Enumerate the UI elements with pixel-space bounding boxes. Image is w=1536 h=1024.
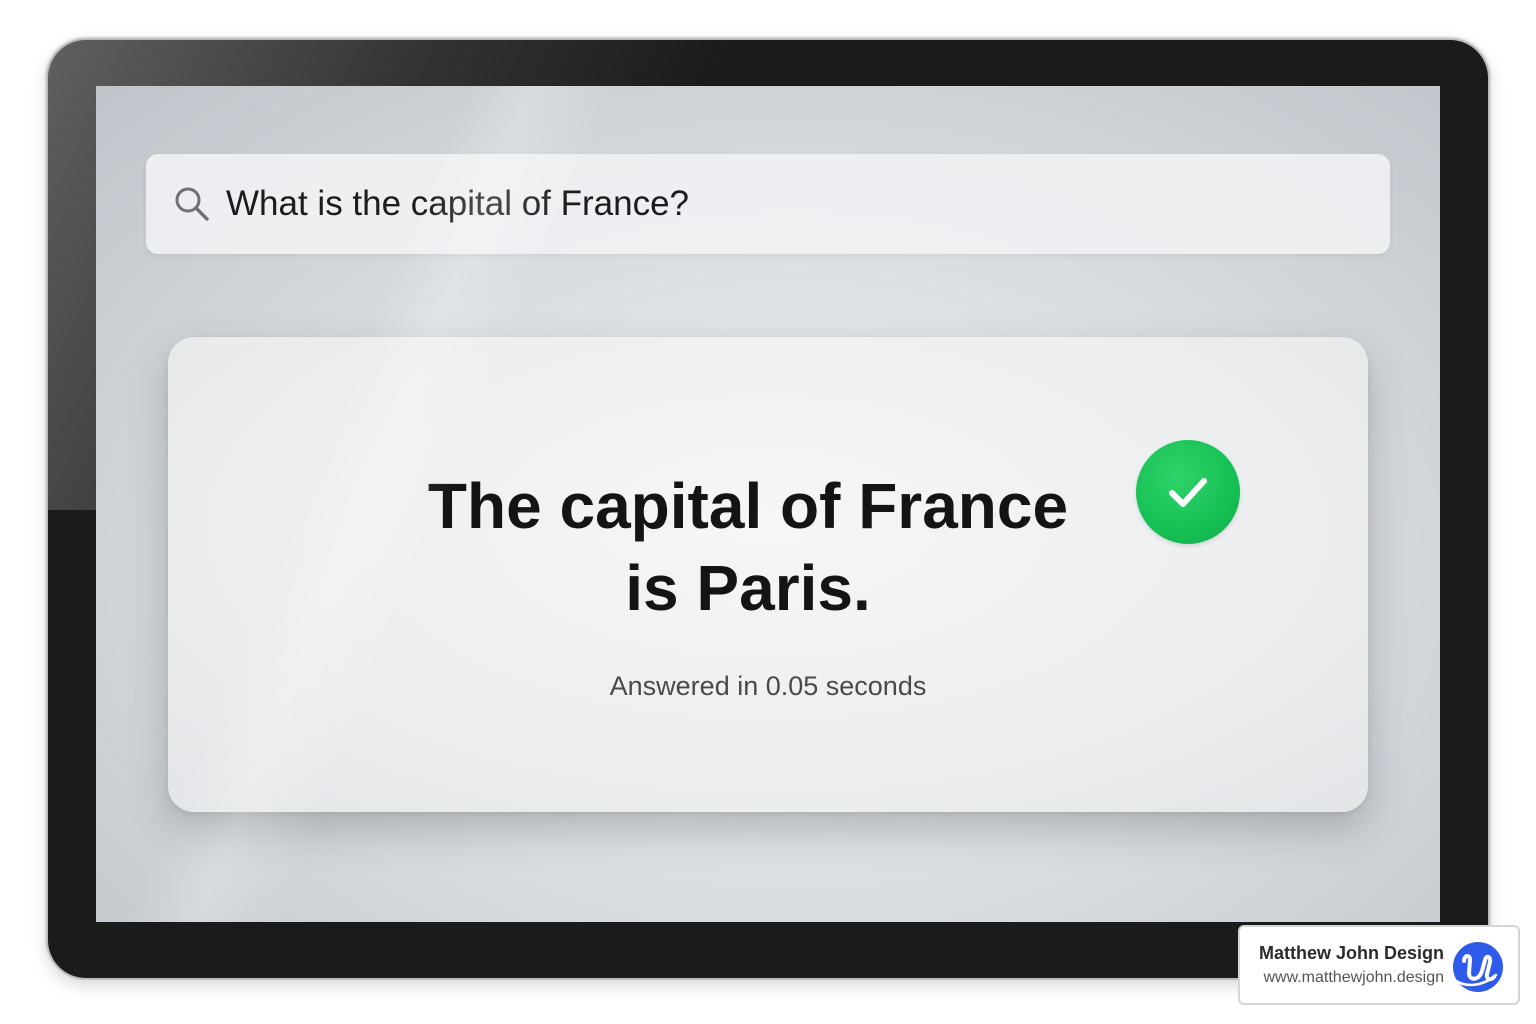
answer-line-2: is Paris. [625, 552, 871, 624]
search-input[interactable] [226, 184, 1326, 224]
verified-badge [1136, 440, 1240, 544]
answer-card: The capital of France is Paris. Answered… [168, 337, 1368, 812]
search-bar[interactable] [146, 154, 1390, 254]
answer-time: Answered in 0.05 seconds [609, 671, 927, 701]
brand-logo-icon [1453, 942, 1503, 992]
search-icon [175, 187, 209, 221]
answer-line-1: The capital of France [427, 470, 1069, 542]
page: The capital of France is Paris. Answered… [0, 0, 1536, 1024]
device-frame: The capital of France is Paris. Answered… [48, 40, 1488, 978]
watermark-name: Matthew John Design [1258, 943, 1444, 963]
watermark-url: www.matthewjohn.design [1263, 969, 1444, 986]
check-icon [1169, 478, 1207, 507]
screen: The capital of France is Paris. Answered… [96, 86, 1440, 922]
answer-text: The capital of France is Paris. [398, 465, 1098, 629]
watermark: Matthew John Design www.matthewjohn.desi… [1238, 925, 1520, 1005]
